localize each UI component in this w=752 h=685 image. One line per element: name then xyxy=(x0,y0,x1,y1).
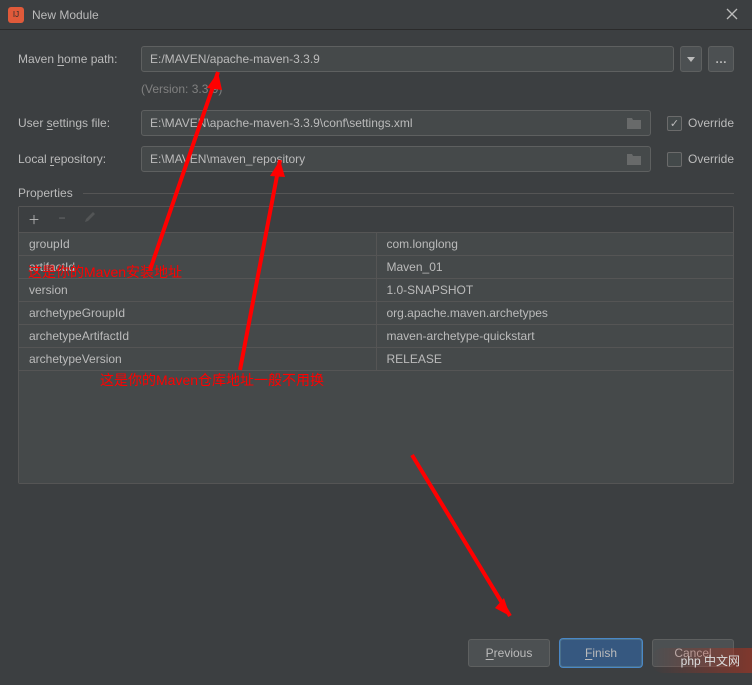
prop-key: archetypeArtifactId xyxy=(19,325,377,347)
folder-icon xyxy=(626,152,642,166)
table-row[interactable]: version 1.0-SNAPSHOT xyxy=(19,279,733,302)
folder-icon xyxy=(626,116,642,130)
prop-value: org.apache.maven.archetypes xyxy=(377,302,734,324)
repo-override-label: Override xyxy=(688,152,734,166)
table-row[interactable]: archetypeGroupId org.apache.maven.archet… xyxy=(19,302,733,325)
titlebar: IJ New Module xyxy=(0,0,752,30)
previous-label: revious xyxy=(494,646,533,660)
prop-key: archetypeVersion xyxy=(19,348,377,370)
repo-input[interactable]: E:\MAVEN\maven_repository xyxy=(141,146,651,172)
pencil-icon xyxy=(84,211,96,223)
close-icon xyxy=(726,8,738,20)
properties-toolbar: ＋ − xyxy=(19,207,733,233)
close-button[interactable] xyxy=(712,0,752,28)
settings-row: User settings file: E:\MAVEN\apache-mave… xyxy=(18,110,734,136)
properties-table: groupId com.longlong artifactId Maven_01… xyxy=(19,233,733,483)
table-row[interactable]: archetypeVersion RELEASE xyxy=(19,348,733,371)
table-row[interactable]: artifactId Maven_01 xyxy=(19,256,733,279)
properties-title: Properties xyxy=(18,186,73,200)
repo-value: E:\MAVEN\maven_repository xyxy=(150,152,305,166)
maven-version-text: (Version: 3.3.9) xyxy=(141,82,734,96)
repo-row: Local repository: E:\MAVEN\maven_reposit… xyxy=(18,146,734,172)
repo-label: Local repository: xyxy=(18,152,133,166)
finish-label: inish xyxy=(592,646,617,660)
properties-divider xyxy=(83,193,734,194)
maven-home-row: Maven home path: E:/MAVEN/apache-maven-3… xyxy=(18,46,734,72)
properties-panel: ＋ − groupId com.longlong artifactId Mave… xyxy=(18,206,734,484)
prop-key: version xyxy=(19,279,377,301)
settings-value: E:\MAVEN\apache-maven-3.3.9\conf\setting… xyxy=(150,116,413,130)
prop-value: com.longlong xyxy=(377,233,734,255)
prop-key: archetypeGroupId xyxy=(19,302,377,324)
maven-home-combo[interactable]: E:/MAVEN/apache-maven-3.3.9 xyxy=(141,46,674,72)
table-row[interactable]: groupId com.longlong xyxy=(19,233,733,256)
repo-override-checkbox[interactable] xyxy=(667,152,682,167)
maven-home-value: E:/MAVEN/apache-maven-3.3.9 xyxy=(150,52,320,66)
settings-override-wrap[interactable]: Override xyxy=(667,116,734,131)
repo-override-wrap[interactable]: Override xyxy=(667,152,734,167)
settings-override-checkbox[interactable] xyxy=(667,116,682,131)
maven-home-browse-button[interactable]: … xyxy=(708,46,734,72)
previous-button[interactable]: Previous xyxy=(468,639,550,667)
prop-value: 1.0-SNAPSHOT xyxy=(377,279,734,301)
settings-input[interactable]: E:\MAVEN\apache-maven-3.3.9\conf\setting… xyxy=(141,110,651,136)
chevron-down-icon xyxy=(687,57,695,62)
window-title: New Module xyxy=(32,8,744,22)
properties-header: Properties xyxy=(18,186,734,200)
properties-empty-area xyxy=(19,371,733,483)
prop-value: Maven_01 xyxy=(377,256,734,278)
settings-override-label: Override xyxy=(688,116,734,130)
prop-value: maven-archetype-quickstart xyxy=(377,325,734,347)
edit-button[interactable] xyxy=(83,211,97,228)
watermark: php 中文网 xyxy=(651,648,752,673)
prop-key: groupId xyxy=(19,233,377,255)
table-row[interactable]: archetypeArtifactId maven-archetype-quic… xyxy=(19,325,733,348)
add-button[interactable]: ＋ xyxy=(27,211,41,228)
maven-home-dropdown[interactable] xyxy=(680,46,702,72)
maven-home-label: Maven home path: xyxy=(18,52,133,66)
app-icon: IJ xyxy=(8,7,24,23)
dialog-content: Maven home path: E:/MAVEN/apache-maven-3… xyxy=(0,30,752,484)
finish-button[interactable]: Finish xyxy=(560,639,642,667)
settings-label: User settings file: xyxy=(18,116,133,130)
prop-key: artifactId xyxy=(19,256,377,278)
prop-value: RELEASE xyxy=(377,348,734,370)
remove-button[interactable]: − xyxy=(55,211,69,228)
